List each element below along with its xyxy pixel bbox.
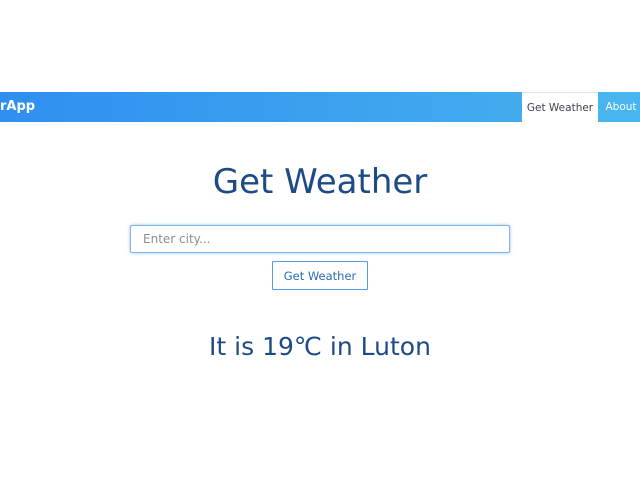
tab-about[interactable]: About	[598, 92, 640, 122]
brand-logo[interactable]: rApp	[0, 92, 35, 122]
get-weather-button[interactable]: Get Weather	[272, 261, 368, 290]
tab-get-weather[interactable]: Get Weather	[522, 92, 598, 122]
city-input[interactable]	[130, 225, 510, 253]
weather-result: It is 19℃ in Luton	[209, 332, 431, 361]
main-content: Get Weather Get Weather It is 19℃ in Lut…	[0, 122, 640, 500]
page-title: Get Weather	[212, 162, 428, 202]
navbar: rApp Get Weather About	[0, 92, 640, 122]
page: rApp Get Weather About Get Weather Get W…	[0, 0, 640, 500]
